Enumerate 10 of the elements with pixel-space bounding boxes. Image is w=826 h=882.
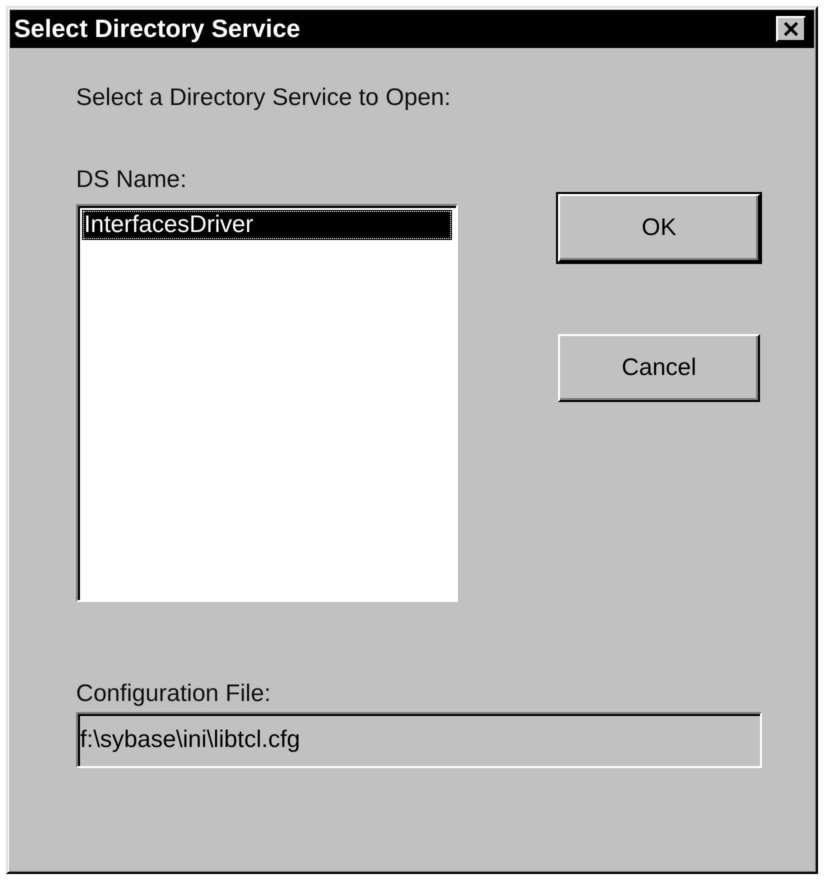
- close-button[interactable]: [776, 16, 806, 42]
- window-title: Select Directory Service: [14, 14, 300, 44]
- ds-name-label: DS Name:: [76, 166, 188, 194]
- ds-list[interactable]: InterfacesDriver: [76, 204, 458, 602]
- close-icon: [783, 22, 799, 36]
- ok-button[interactable]: OK: [558, 194, 760, 262]
- prompt-text: Select a Directory Service to Open:: [76, 84, 452, 112]
- config-label: Configuration File:: [76, 680, 272, 708]
- list-item[interactable]: InterfacesDriver: [82, 210, 452, 240]
- cancel-button[interactable]: Cancel: [558, 334, 760, 402]
